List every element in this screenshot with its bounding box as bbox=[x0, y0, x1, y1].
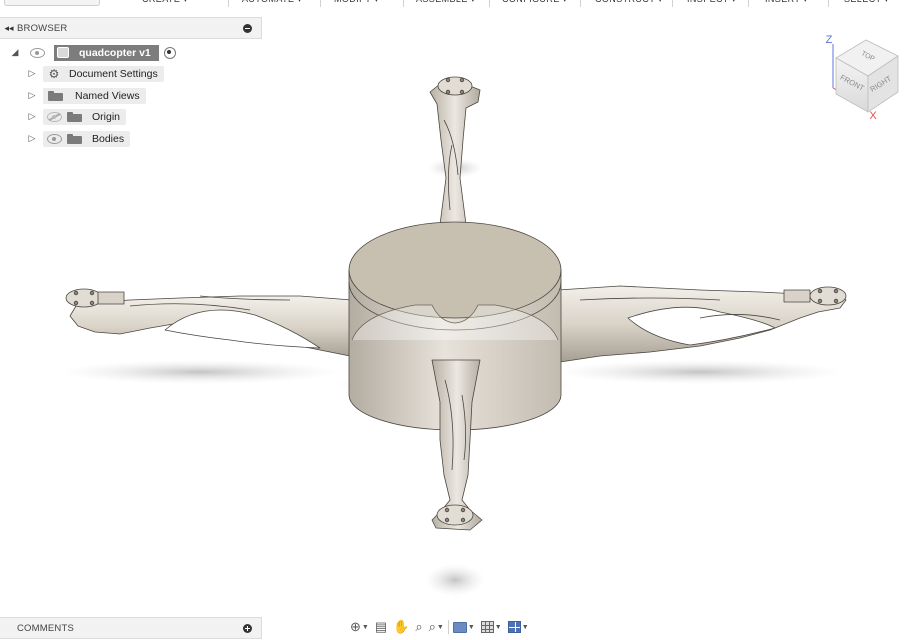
arm-left[interactable] bbox=[69, 295, 361, 359]
tree-item-label: Origin bbox=[92, 110, 121, 123]
arm-right[interactable] bbox=[557, 285, 847, 363]
tree-item-pill[interactable]: ⚙ Document Settings bbox=[43, 65, 164, 82]
expand-right-icon[interactable]: ▷ bbox=[27, 90, 37, 101]
panel-minimize-icon[interactable] bbox=[243, 24, 252, 33]
comments-bar[interactable]: COMMENTS bbox=[0, 617, 262, 639]
tree-item-pill[interactable]: Origin bbox=[43, 108, 127, 125]
expand-down-icon[interactable]: ◢ bbox=[10, 47, 20, 58]
menu-create[interactable]: CREATE ▾ bbox=[142, 0, 188, 8]
tree-item-named-views[interactable]: ▷ Named Views bbox=[27, 87, 146, 104]
expand-right-icon[interactable]: ▷ bbox=[27, 68, 37, 79]
tree-item-pill[interactable]: Named Views bbox=[43, 87, 146, 104]
menu-insert[interactable]: INSERT ▾ bbox=[765, 0, 808, 8]
menu-select[interactable]: SELECT ▾ bbox=[844, 0, 889, 8]
motor-mount-back[interactable] bbox=[437, 76, 473, 96]
tree-item-label: Document Settings bbox=[69, 67, 158, 80]
look-at-button[interactable]: ▤ bbox=[375, 619, 387, 635]
visibility-eye-icon[interactable] bbox=[47, 134, 62, 144]
viewports-button[interactable]: ▼ bbox=[507, 621, 529, 633]
menu-configure[interactable]: CONFIGURE ▾ bbox=[502, 0, 567, 8]
tree-item-origin[interactable]: ▷ Origin bbox=[27, 108, 127, 125]
menu-separator bbox=[672, 0, 673, 7]
viewports-icon bbox=[507, 621, 521, 633]
visibility-eye-icon[interactable] bbox=[30, 48, 45, 58]
menu-separator bbox=[489, 0, 490, 7]
add-comment-icon[interactable] bbox=[243, 624, 252, 633]
arm-back[interactable] bbox=[429, 83, 481, 241]
pan-icon: ✋ bbox=[393, 619, 410, 634]
zoom-button[interactable]: ⌕ bbox=[415, 619, 422, 635]
tree-item-document-settings[interactable]: ▷ ⚙ Document Settings bbox=[27, 65, 164, 82]
axis-z-label: Z bbox=[826, 34, 833, 46]
browser-title: BROWSER bbox=[17, 22, 68, 34]
comments-title: COMMENTS bbox=[17, 622, 75, 634]
document-tab[interactable] bbox=[4, 0, 100, 6]
look-at-icon: ▤ bbox=[374, 619, 388, 634]
collapse-panel-icon[interactable]: ◂◂ bbox=[1, 23, 17, 34]
motor-mount-front[interactable] bbox=[436, 504, 474, 526]
menu-separator bbox=[580, 0, 581, 7]
menu-separator bbox=[828, 0, 829, 7]
axis-x-label: X bbox=[869, 110, 877, 122]
arm-front[interactable] bbox=[431, 359, 483, 531]
menu-assemble[interactable]: ASSEMBLE ▾ bbox=[416, 0, 476, 8]
chevron-down-icon: ▼ bbox=[361, 623, 369, 631]
chevron-down-icon: ▼ bbox=[521, 623, 529, 631]
component-icon bbox=[57, 47, 69, 58]
ground-shadow bbox=[60, 158, 845, 596]
viewcube[interactable]: TOP FRONT RIGHT Z X bbox=[826, 34, 899, 122]
chevron-down-icon: ▼ bbox=[467, 623, 475, 631]
motor-mount-left[interactable] bbox=[65, 288, 103, 308]
menu-modify[interactable]: MODIFY ▾ bbox=[334, 0, 379, 8]
menu-separator bbox=[228, 0, 229, 7]
grid-settings-button[interactable]: ▼ bbox=[480, 621, 502, 633]
menu-separator bbox=[403, 0, 404, 7]
activate-radio[interactable] bbox=[163, 46, 176, 59]
tree-item-pill[interactable]: Bodies bbox=[43, 130, 131, 147]
navigation-toolbar: ⊕ ▼ ▤ ✋ ⌕ ⌕ ▼ ▼ ▼ ▼ bbox=[350, 616, 564, 638]
pan-button[interactable]: ✋ bbox=[393, 619, 409, 635]
root-component-label: quadcopter v1 bbox=[79, 46, 151, 59]
menu-separator bbox=[320, 0, 321, 7]
visibility-hidden-icon[interactable] bbox=[47, 112, 62, 122]
display-settings-icon bbox=[452, 621, 467, 633]
orbit-icon: ⊕ bbox=[350, 619, 361, 634]
gear-icon: ⚙ bbox=[48, 66, 60, 81]
tree-item-bodies[interactable]: ▷ Bodies bbox=[27, 130, 131, 147]
browser-header: ◂◂ BROWSER bbox=[0, 17, 262, 39]
zoom-icon: ⌕ bbox=[415, 619, 423, 634]
toolbar-menubar: CREATE ▾ AUTOMATE ▾ MODIFY ▾ ASSEMBLE ▾ … bbox=[0, 0, 920, 8]
menu-separator bbox=[748, 0, 749, 7]
quadcopter-model[interactable] bbox=[65, 76, 847, 531]
central-body-side[interactable] bbox=[348, 269, 562, 431]
grid-settings-icon bbox=[480, 621, 494, 633]
menu-inspect[interactable]: INSPECT ▾ bbox=[687, 0, 736, 8]
menu-construct[interactable]: CONSTRUCT ▾ bbox=[595, 0, 663, 8]
folder-icon bbox=[67, 111, 82, 122]
expand-right-icon[interactable]: ▷ bbox=[27, 111, 37, 122]
menu-automate[interactable]: AUTOMATE ▾ bbox=[242, 0, 302, 8]
expand-right-icon[interactable]: ▷ bbox=[27, 133, 37, 144]
folder-icon bbox=[67, 133, 82, 144]
fit-button[interactable]: ⌕ ▼ bbox=[429, 619, 444, 635]
folder-icon bbox=[48, 90, 63, 101]
motor-mount-right[interactable] bbox=[809, 286, 847, 306]
toolbar-separator bbox=[447, 620, 449, 634]
fit-icon: ⌕ bbox=[428, 619, 436, 634]
tree-root[interactable]: ◢ quadcopter v1 bbox=[10, 44, 176, 61]
chevron-down-icon: ▼ bbox=[436, 623, 444, 631]
root-component[interactable]: quadcopter v1 bbox=[54, 44, 159, 61]
tree-item-label: Bodies bbox=[92, 132, 125, 145]
chevron-down-icon: ▼ bbox=[494, 623, 502, 631]
central-body-top[interactable] bbox=[348, 221, 562, 319]
display-settings-button[interactable]: ▼ bbox=[452, 621, 475, 633]
orbit-button[interactable]: ⊕ ▼ bbox=[350, 619, 369, 635]
tree-item-label: Named Views bbox=[75, 89, 140, 102]
